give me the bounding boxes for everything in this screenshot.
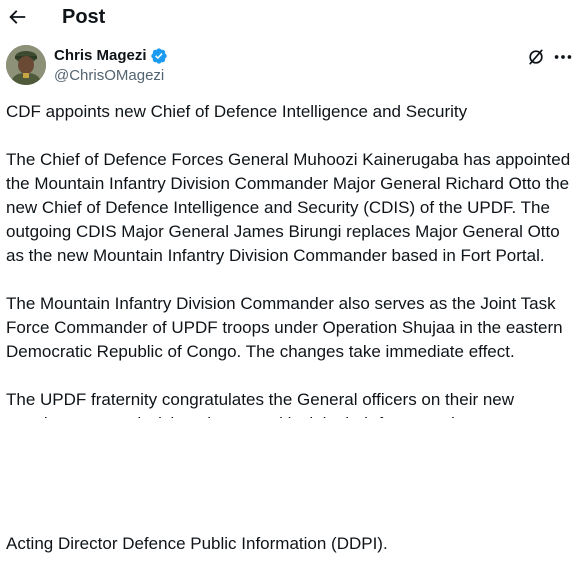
post-paragraph: The UPDF fraternity congratulates the Ge… — [6, 390, 515, 418]
avatar[interactable] — [6, 45, 46, 85]
post-signature: Acting Director Defence Public Informati… — [6, 534, 388, 553]
post-text: CDF appoints new Chief of Defence Intell… — [6, 100, 578, 418]
top-bar: Post — [0, 0, 584, 36]
page-title: Post — [62, 6, 106, 28]
post-paragraph: The Chief of Defence Forces General Muho… — [6, 150, 571, 265]
more-options-icon[interactable] — [552, 46, 574, 68]
author-name[interactable]: Chris Magezi — [54, 46, 168, 66]
author-handle[interactable]: @ChrisOMagezi — [54, 66, 164, 86]
grok-icon[interactable] — [526, 47, 546, 67]
post-paragraph-truncated-wrapper: The UPDF fraternity congratulates the Ge… — [6, 388, 578, 418]
back-arrow-icon[interactable] — [6, 6, 28, 28]
author-name-text[interactable]: Chris Magezi — [54, 46, 147, 66]
verified-badge-icon — [150, 48, 167, 64]
post-headline: CDF appoints new Chief of Defence Intell… — [6, 102, 468, 121]
avatar-image — [6, 45, 46, 85]
post-paragraph: The Mountain Infantry Division Commander… — [6, 294, 563, 361]
